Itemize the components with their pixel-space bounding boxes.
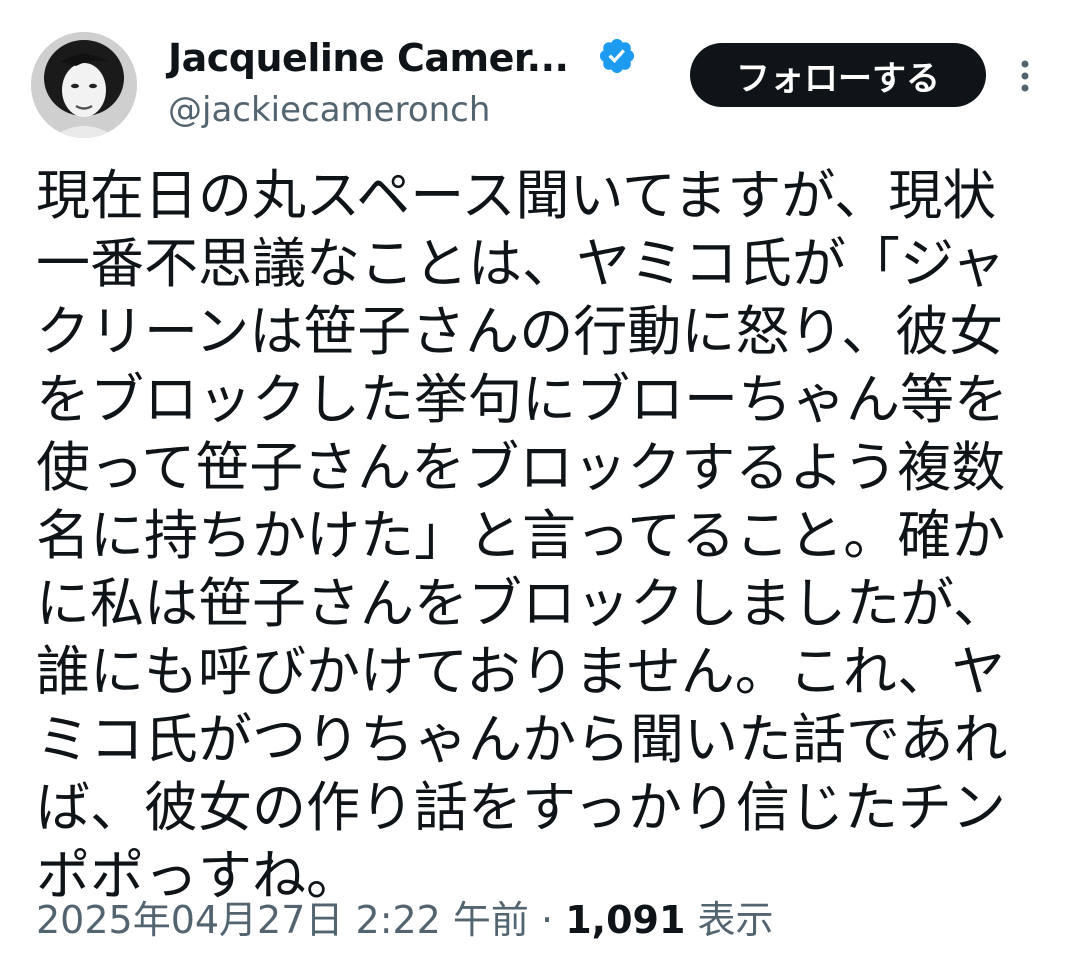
user-handle[interactable]: @jackiecameronch xyxy=(168,88,490,132)
tweet-time[interactable]: 2:22 午前 xyxy=(356,898,529,942)
follow-button[interactable]: フォローする xyxy=(690,43,986,107)
avatar-portrait-icon xyxy=(31,32,137,138)
tweet-date[interactable]: 2025年04月27日 xyxy=(36,898,343,942)
tweet-meta: 2025年04月27日 2:22 午前 · 1,091 表示 xyxy=(36,892,774,948)
views-count: 1,091 xyxy=(565,898,686,942)
tweet-header: Jacqueline Camer... @jackiecameronch フォロ… xyxy=(0,0,1080,150)
avatar[interactable] xyxy=(31,32,137,138)
display-name[interactable]: Jacqueline Camer... xyxy=(168,36,569,80)
verified-badge-icon xyxy=(599,38,635,74)
views-label: 表示 xyxy=(697,898,774,942)
meta-separator: · xyxy=(541,898,554,942)
tweet-text: 現在日の丸スペース聞いてますが、現状一番不思議なことは、ヤミコ氏が「ジャクリーン… xyxy=(36,164,1008,907)
more-vertical-icon[interactable] xyxy=(1010,56,1040,96)
